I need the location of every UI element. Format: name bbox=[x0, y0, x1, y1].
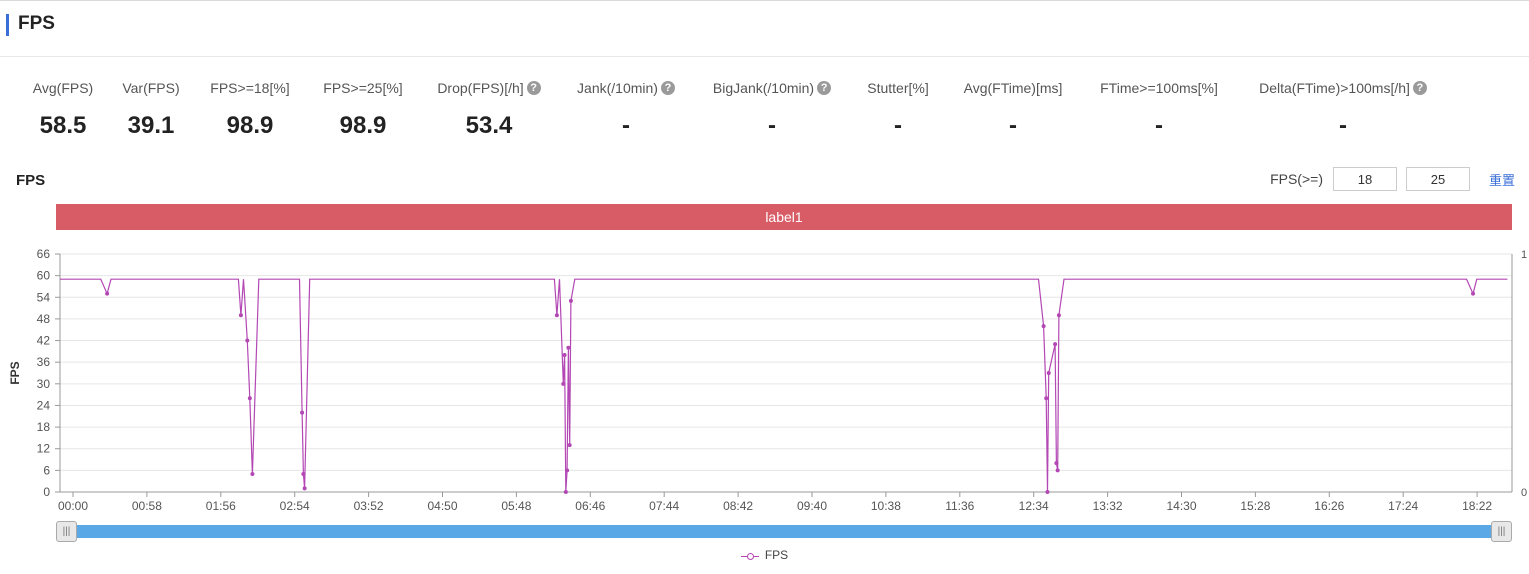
fps-data-point bbox=[302, 486, 307, 491]
fps-data-point bbox=[105, 291, 110, 296]
metric-label: Drop(FPS)[/h] bbox=[437, 80, 524, 96]
y-tick-label: 18 bbox=[37, 420, 51, 434]
x-tick-label: 07:44 bbox=[649, 499, 679, 513]
fps-data-point bbox=[301, 471, 306, 476]
x-tick-label: 15:28 bbox=[1240, 499, 1270, 513]
y-tick-label: 54 bbox=[37, 290, 51, 304]
legend-line-marker-icon bbox=[740, 551, 759, 561]
chart-title: FPS bbox=[16, 172, 46, 189]
fps-data-point bbox=[561, 381, 566, 386]
y2-tick-label: 1 bbox=[1521, 249, 1527, 261]
slider-handle-right[interactable]: ||| bbox=[1491, 521, 1512, 542]
fps-data-point bbox=[1045, 490, 1050, 494]
fps-data-point bbox=[566, 345, 571, 350]
x-tick-label: 12:34 bbox=[1019, 499, 1049, 513]
x-tick-label: 03:52 bbox=[354, 499, 384, 513]
fps-data-point bbox=[238, 313, 243, 318]
y-tick-label: 60 bbox=[37, 269, 51, 283]
metric-label: Avg(FTime)[ms] bbox=[963, 80, 1063, 96]
section-title: FPS bbox=[18, 13, 55, 34]
x-tick-label: 17:24 bbox=[1388, 499, 1418, 513]
fps-data-point bbox=[1041, 324, 1046, 329]
y-tick-label: 0 bbox=[43, 485, 50, 499]
question-circle-icon[interactable]: ? bbox=[1412, 81, 1427, 95]
fps-data-point bbox=[300, 410, 305, 415]
fps-data-point bbox=[245, 338, 250, 343]
fps-data-point bbox=[563, 490, 568, 494]
x-tick-label: 13:32 bbox=[1093, 499, 1123, 513]
fps-data-point bbox=[1053, 342, 1058, 347]
y-tick-label: 66 bbox=[37, 247, 51, 261]
fps-threshold-input-2[interactable] bbox=[1405, 167, 1470, 191]
metric-label: FTime>=100ms[%] bbox=[1100, 80, 1218, 96]
fps-data-point bbox=[562, 352, 567, 357]
fps-data-point bbox=[1046, 371, 1051, 375]
fps-data-point bbox=[1054, 461, 1059, 466]
x-tick-label: 16:26 bbox=[1314, 499, 1344, 513]
fps-filter: FPS(>=) 重置 bbox=[1270, 167, 1515, 191]
legend-label: FPS bbox=[764, 548, 789, 562]
title-accent-bar bbox=[6, 14, 9, 36]
fps-data-point bbox=[567, 443, 572, 448]
x-tick-label: 04:50 bbox=[427, 499, 457, 513]
x-tick-label: 02:54 bbox=[280, 499, 310, 513]
x-tick-label: 06:46 bbox=[575, 499, 605, 513]
y2-tick-label: 0 bbox=[1521, 487, 1527, 499]
slider-handle-left[interactable]: ||| bbox=[56, 521, 77, 542]
x-tick-label: 01:56 bbox=[206, 499, 236, 513]
y-tick-label: 48 bbox=[37, 312, 51, 326]
y-tick-label: 30 bbox=[37, 377, 51, 391]
x-tick-label: 10:38 bbox=[871, 499, 901, 513]
section-header: FPS bbox=[0, 1, 1529, 57]
metric-label: Delta(FTime)>100ms[/h] bbox=[1259, 80, 1410, 96]
fps-data-point bbox=[568, 298, 573, 303]
fps-line-chart: 0 6 12 18 24 30 36 42 48 54 60 66 1 0 00:00 00:58 01:56 0… bbox=[8, 247, 1527, 513]
slider-track[interactable] bbox=[66, 525, 1502, 538]
x-tick-label: 00:00 bbox=[58, 499, 88, 513]
y-tick-label: 36 bbox=[37, 355, 51, 369]
fps-threshold-input-1[interactable] bbox=[1332, 167, 1397, 191]
reset-link[interactable]: 重置 bbox=[1489, 170, 1515, 189]
x-tick-label: 11:36 bbox=[945, 499, 974, 513]
fps-data-point bbox=[1471, 291, 1476, 296]
fps-data-point bbox=[1056, 313, 1061, 318]
x-tick-label: 18:22 bbox=[1462, 499, 1492, 513]
metric-value: - bbox=[1339, 112, 1347, 139]
fps-data-point bbox=[1044, 396, 1049, 401]
fps-data-point bbox=[565, 468, 570, 473]
metric-10: Delta(FTime)>100ms[/h]? - bbox=[1233, 78, 1453, 141]
fps-data-point bbox=[554, 313, 559, 318]
x-tick-label: 00:58 bbox=[132, 499, 162, 513]
y-axis-label: FPS bbox=[8, 361, 22, 384]
x-tick-label: 14:30 bbox=[1166, 499, 1196, 513]
x-tick-label: 09:40 bbox=[797, 499, 827, 513]
range-slider[interactable]: ||| ||| bbox=[56, 521, 1512, 542]
y-tick-label: 12 bbox=[37, 442, 51, 456]
y-tick-label: 6 bbox=[43, 463, 50, 477]
chart-legend[interactable]: FPS bbox=[0, 548, 1529, 562]
x-tick-label: 05:48 bbox=[501, 499, 531, 513]
fps-data-point bbox=[1055, 468, 1060, 473]
y-tick-label: 42 bbox=[37, 334, 51, 348]
fps-series-line bbox=[60, 278, 1508, 493]
metric-label: Jank(/10min) bbox=[577, 80, 658, 96]
fps-data-point bbox=[247, 396, 252, 401]
fps-filter-label: FPS(>=) bbox=[1270, 171, 1323, 187]
y-tick-label: 24 bbox=[37, 398, 51, 412]
label-bar[interactable]: label1 bbox=[56, 204, 1512, 230]
fps-data-point bbox=[250, 471, 255, 476]
x-tick-label: 08:42 bbox=[723, 499, 753, 513]
